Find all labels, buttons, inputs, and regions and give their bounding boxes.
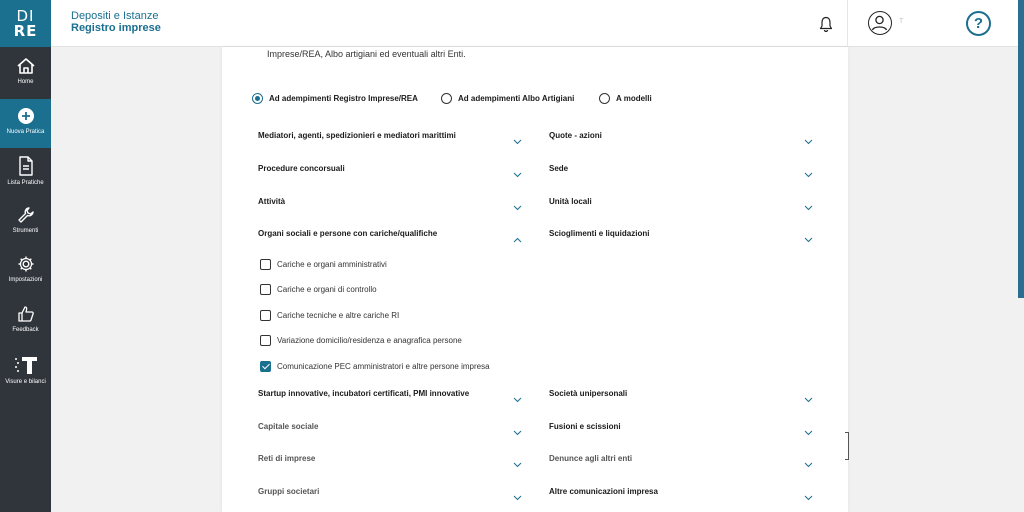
chevron-down-icon[interactable] — [804, 495, 813, 501]
radio-registro-imprese[interactable]: Ad adempimenti Registro Imprese/REA — [252, 93, 418, 104]
logo-line2: RE — [13, 21, 38, 40]
checkbox-label: Comunicazione PEC amministratori e altre… — [277, 362, 490, 371]
chevron-down-icon[interactable] — [804, 172, 813, 178]
radio-button[interactable] — [252, 93, 263, 104]
radio-button[interactable] — [441, 93, 452, 104]
checkbox-label: Cariche tecniche e altre cariche RI — [277, 311, 400, 320]
chevron-down-icon[interactable] — [513, 430, 522, 436]
sidebar-item-visure-e-bilanci[interactable]: Visure e bilanci — [0, 347, 51, 396]
sidebar-item-home[interactable]: Home — [0, 49, 51, 98]
header-divider — [847, 0, 848, 47]
main-panel: Imprese/REA, Albo artigiani ed eventuali… — [222, 47, 848, 512]
checkbox[interactable] — [260, 310, 271, 321]
sidebar-item-impostazioni[interactable]: Impostazioni — [0, 247, 51, 296]
radio-albo-artigiani[interactable]: Ad adempimenti Albo Artigiani — [441, 93, 574, 104]
user-name: T — [899, 18, 904, 25]
accordion-organi-sociali[interactable]: Organi sociali e persone con cariche/qua… — [258, 229, 437, 238]
accordion-procedure-concorsuali[interactable]: Procedure concorsuali — [258, 164, 345, 173]
checkbox-checked[interactable] — [260, 361, 271, 372]
chevron-down-icon[interactable] — [804, 462, 813, 468]
header-title: Registro imprese — [71, 22, 161, 34]
sidebar: DI RE Home Nuova Pratica Lista Pratiche … — [0, 0, 51, 512]
partial-button-edge[interactable] — [845, 432, 849, 460]
sidebar-item-strumenti[interactable]: Strumenti — [0, 198, 51, 247]
chevron-down-icon[interactable] — [513, 495, 522, 501]
chevron-down-icon[interactable] — [804, 139, 813, 145]
radio-label: A modelli — [616, 94, 652, 103]
radio-a-modelli[interactable]: A modelli — [599, 93, 652, 104]
chevron-down-icon[interactable] — [513, 397, 522, 403]
sidebar-item-label: Home — [17, 79, 34, 85]
checkbox-label: Cariche e organi amministrativi — [277, 260, 387, 269]
help-button[interactable]: ? — [966, 11, 991, 36]
gear-icon — [18, 256, 33, 272]
checkbox-label: Cariche e organi di controllo — [277, 285, 377, 294]
sidebar-item-label: Feedback — [12, 327, 39, 333]
chevron-down-icon[interactable] — [513, 172, 522, 178]
radio-button[interactable] — [599, 93, 610, 104]
checkbox-comunicazione-pec[interactable]: Comunicazione PEC amministratori e altre… — [260, 361, 490, 372]
chevron-down-icon[interactable] — [804, 430, 813, 436]
accordion-reti-di-imprese[interactable]: Reti di imprese — [258, 454, 315, 463]
accordion-unita-locali[interactable]: Unità locali — [549, 197, 592, 206]
app-logo[interactable]: DI RE — [0, 0, 51, 47]
sidebar-item-label: Lista Pratiche — [7, 180, 44, 186]
chevron-down-icon[interactable] — [513, 205, 522, 211]
thumbs-up-icon — [17, 306, 34, 322]
chevron-down-icon[interactable] — [513, 139, 522, 145]
radio-label: Ad adempimenti Albo Artigiani — [458, 94, 575, 103]
home-icon — [16, 58, 35, 74]
accordion-fusioni-scissioni[interactable]: Fusioni e scissioni — [549, 422, 621, 431]
user-avatar[interactable] — [868, 11, 892, 35]
accordion-gruppi-societari[interactable]: Gruppi societari — [258, 487, 319, 496]
sidebar-item-label: Strumenti — [12, 228, 39, 234]
accordion-scioglimenti[interactable]: Scioglimenti e liquidazioni — [549, 229, 649, 238]
checkbox-variazione-domicilio[interactable]: Variazione domicilio/residenza e anagraf… — [260, 335, 462, 346]
sidebar-item-label: Impostazioni — [8, 277, 43, 283]
sidebar-item-lista-pratiche[interactable]: Lista Pratiche — [0, 148, 51, 197]
checkbox-label: Variazione domicilio/residenza e anagraf… — [277, 336, 462, 345]
user-icon — [871, 15, 888, 31]
radio-label: Ad adempimenti Registro Imprese/REA — [269, 94, 418, 103]
sidebar-item-label: Visure e bilanci — [5, 379, 46, 385]
chevron-down-icon[interactable] — [513, 462, 522, 468]
intro-text: Imprese/REA, Albo artigiani ed eventuali… — [267, 49, 466, 59]
plus-circle-icon — [17, 108, 34, 124]
top-header: Depositi e Istanze Registro imprese T ? — [51, 0, 1024, 47]
chevron-down-icon[interactable] — [804, 397, 813, 403]
page-scrollbar[interactable] — [1018, 0, 1024, 298]
accordion-quote-azioni[interactable]: Quote - azioni — [549, 131, 602, 140]
accordion-startup-innovative[interactable]: Startup innovative, incubatori certifica… — [258, 389, 469, 398]
wrench-icon — [17, 207, 34, 223]
accordion-denunce-altri-enti[interactable]: Denunce agli altri enti — [549, 454, 632, 463]
accordion-capitale-sociale[interactable]: Capitale sociale — [258, 422, 318, 431]
accordion-altre-comunicazioni[interactable]: Altre comunicazioni impresa — [549, 487, 658, 496]
sidebar-item-feedback[interactable]: Feedback — [0, 297, 51, 346]
header-subtitle: Depositi e Istanze — [71, 10, 159, 22]
chevron-down-icon[interactable] — [804, 237, 813, 243]
chevron-up-icon[interactable] — [513, 237, 522, 243]
checkbox[interactable] — [260, 284, 271, 295]
document-icon — [18, 156, 33, 176]
accordion-mediatori[interactable]: Mediatori, agenti, spedizionieri e media… — [258, 131, 456, 140]
sidebar-item-nuova-pratica[interactable]: Nuova Pratica — [0, 99, 51, 148]
visure-icon — [14, 357, 37, 374]
checkbox-cariche-tecniche[interactable]: Cariche tecniche e altre cariche RI — [260, 310, 399, 321]
checkbox[interactable] — [260, 335, 271, 346]
checkbox-cariche-amministrativi[interactable]: Cariche e organi amministrativi — [260, 259, 387, 270]
accordion-societa-unipersonali[interactable]: Società unipersonali — [549, 389, 627, 398]
chevron-down-icon[interactable] — [804, 205, 813, 211]
checkbox[interactable] — [260, 259, 271, 270]
bell-icon[interactable] — [819, 16, 833, 32]
checkbox-cariche-controllo[interactable]: Cariche e organi di controllo — [260, 284, 377, 295]
accordion-attivita[interactable]: Attività — [258, 197, 285, 206]
accordion-sede[interactable]: Sede — [549, 164, 568, 173]
sidebar-item-label: Nuova Pratica — [6, 129, 45, 135]
